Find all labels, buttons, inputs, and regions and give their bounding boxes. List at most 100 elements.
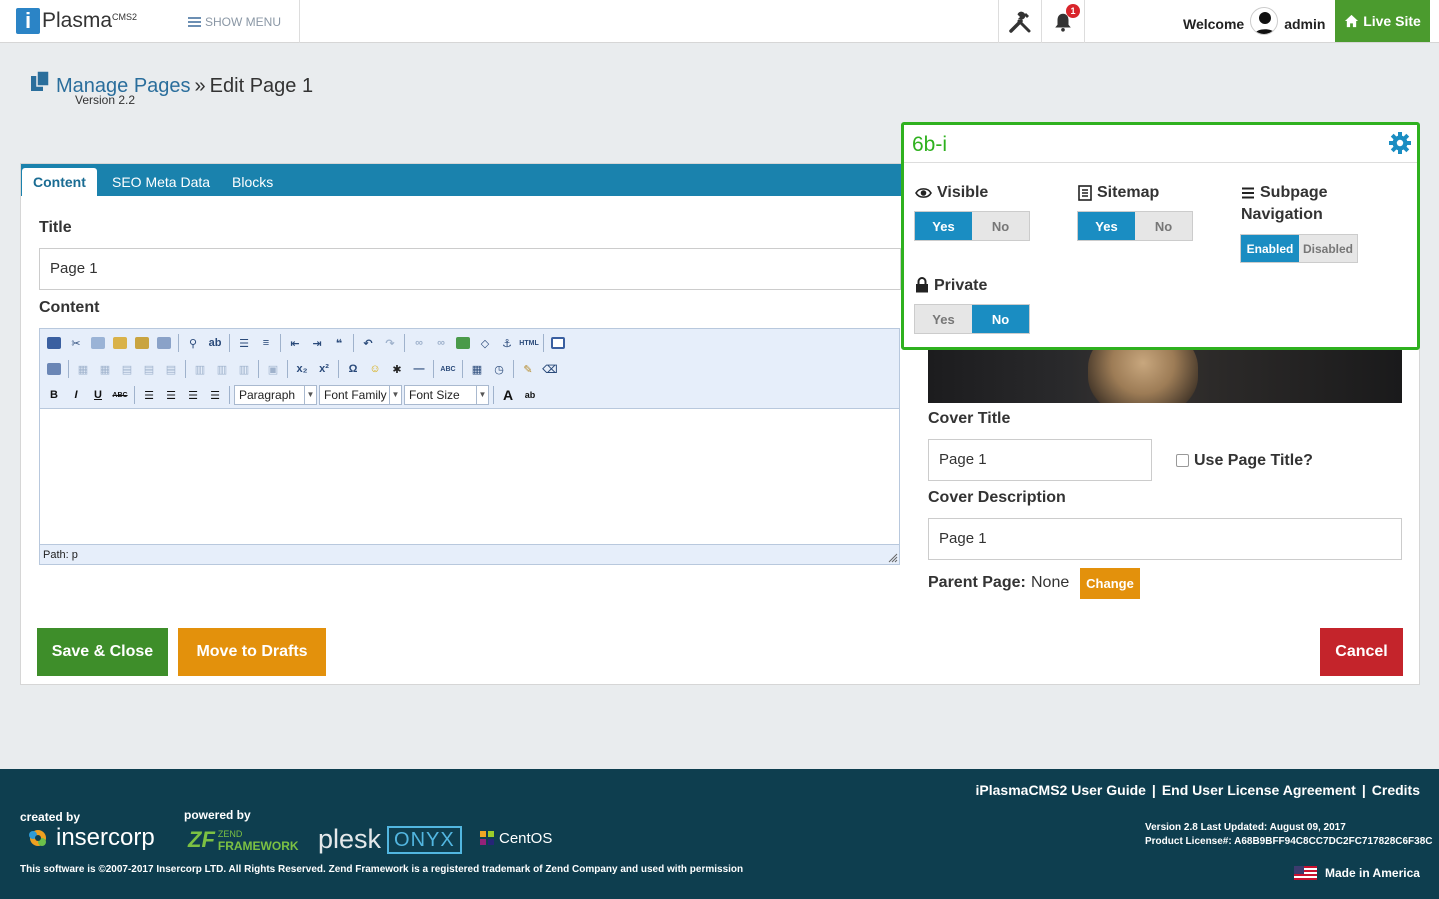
use-page-title-checkbox[interactable] <box>1176 454 1189 467</box>
gear-icon[interactable] <box>1388 131 1412 155</box>
save-icon[interactable] <box>44 333 64 353</box>
copy-icon[interactable] <box>88 333 108 353</box>
insercorp-logo[interactable]: insercorp <box>26 824 155 852</box>
italic-icon[interactable]: I <box>66 385 86 405</box>
horizontal-rule-icon[interactable]: — <box>409 359 429 379</box>
redo-icon[interactable]: ↷ <box>380 333 400 353</box>
align-center-icon[interactable]: ☰ <box>161 385 181 405</box>
link-icon[interactable]: ∞ <box>409 333 429 353</box>
blockquote-icon[interactable]: ❝ <box>329 333 349 353</box>
private-yes-button[interactable]: Yes <box>915 305 972 333</box>
replace-icon[interactable]: ab <box>205 333 225 353</box>
sitemap-yes-button[interactable]: Yes <box>1078 212 1135 240</box>
text-color-icon[interactable]: A <box>498 385 518 405</box>
format-select[interactable]: Paragraph ▼ <box>234 385 317 405</box>
table-icon[interactable]: ▦ <box>73 359 93 379</box>
fullscreen-icon[interactable] <box>548 333 568 353</box>
centos-logo[interactable]: CentOS <box>478 829 552 847</box>
paste-text-icon[interactable] <box>132 333 152 353</box>
edit-css-icon[interactable] <box>44 359 64 379</box>
license-info: Product License#: A68B9BFF94C8CC7DC2FC71… <box>1145 836 1433 847</box>
visible-yes-button[interactable]: Yes <box>915 212 972 240</box>
outdent-icon[interactable]: ⇤ <box>285 333 305 353</box>
tab-content[interactable]: Content <box>22 168 97 196</box>
undo-icon[interactable]: ↶ <box>358 333 378 353</box>
divider <box>299 0 300 43</box>
emoticon-icon[interactable]: ☺ <box>365 359 385 379</box>
font-family-select[interactable]: Font Family ▼ <box>319 385 402 405</box>
subpage-disabled-button[interactable]: Disabled <box>1299 235 1357 262</box>
superscript-icon[interactable]: x² <box>314 359 334 379</box>
image-icon[interactable] <box>453 333 473 353</box>
sitemap-no-button[interactable]: No <box>1135 212 1192 240</box>
indent-icon[interactable]: ⇥ <box>307 333 327 353</box>
footer-link-user-guide[interactable]: iPlasmaCMS2 User Guide <box>976 782 1146 798</box>
zend-framework-logo[interactable]: ZF ZEND FRAMEWORK <box>188 827 299 853</box>
font-size-select[interactable]: Font Size ▼ <box>404 385 489 405</box>
media-icon[interactable]: ✱ <box>387 359 407 379</box>
strikethrough-icon[interactable]: ABC <box>110 385 130 405</box>
align-right-icon[interactable]: ☰ <box>183 385 203 405</box>
move-to-drafts-button[interactable]: Move to Drafts <box>178 628 326 676</box>
table-props-icon[interactable]: ▦ <box>95 359 115 379</box>
tools-button[interactable] <box>998 0 1042 43</box>
subpage-enabled-button[interactable]: Enabled <box>1241 235 1299 262</box>
numbered-list-icon[interactable]: ≡ <box>256 333 276 353</box>
cover-description-input[interactable]: Page 1 <box>928 518 1402 560</box>
align-left-icon[interactable]: ☰ <box>139 385 159 405</box>
find-icon[interactable]: ⚲ <box>183 333 203 353</box>
centos-icon <box>480 831 494 845</box>
insert-date-icon[interactable]: ▦ <box>467 359 487 379</box>
html-icon[interactable]: HTML <box>519 333 539 353</box>
code-icon[interactable]: ◇ <box>475 333 495 353</box>
footer-link-credits[interactable]: Credits <box>1372 782 1420 798</box>
visible-no-button[interactable]: No <box>972 212 1029 240</box>
underline-icon[interactable]: U <box>88 385 108 405</box>
tab-seo-meta-data[interactable]: SEO Meta Data <box>101 168 221 196</box>
highlight-color-icon[interactable]: ab <box>520 385 540 405</box>
cleanup-icon[interactable]: ✎ <box>518 359 538 379</box>
plesk-onyx-logo[interactable]: plesk ONYX <box>318 824 462 855</box>
change-parent-button[interactable]: Change <box>1080 568 1140 599</box>
insert-time-icon[interactable]: ◷ <box>489 359 509 379</box>
resize-handle-icon[interactable] <box>888 553 898 563</box>
col-before-icon[interactable]: ▥ <box>190 359 210 379</box>
paste-word-icon[interactable] <box>154 333 174 353</box>
toolbar-separator <box>338 360 339 378</box>
title-input[interactable]: Page 1 <box>39 248 901 290</box>
split-cells-icon[interactable]: ▣ <box>263 359 283 379</box>
delete-row-icon[interactable]: ▤ <box>161 359 181 379</box>
special-char-icon[interactable]: Ω <box>343 359 363 379</box>
bullet-list-icon[interactable]: ☰ <box>234 333 254 353</box>
remove-format-icon[interactable]: ⌫ <box>540 359 560 379</box>
cancel-button[interactable]: Cancel <box>1320 628 1403 676</box>
cut-icon[interactable]: ✂ <box>66 333 86 353</box>
row-before-icon[interactable]: ▤ <box>117 359 137 379</box>
live-site-button[interactable]: Live Site <box>1335 0 1430 42</box>
col-after-icon[interactable]: ▥ <box>212 359 232 379</box>
toolbar-separator <box>280 334 281 352</box>
row-after-icon[interactable]: ▤ <box>139 359 159 379</box>
anchor-icon[interactable]: ⚓ <box>497 333 517 353</box>
app-logo[interactable]: i Plasma CMS2 <box>16 8 137 34</box>
insercorp-wordmark: insercorp <box>56 824 155 851</box>
footer-link-eula[interactable]: End User License Agreement <box>1162 782 1356 798</box>
delete-col-icon[interactable]: ▥ <box>234 359 254 379</box>
subscript-icon[interactable]: x₂ <box>292 359 312 379</box>
save-close-button[interactable]: Save & Close <box>37 628 168 676</box>
unlink-icon[interactable]: ∞ <box>431 333 451 353</box>
toolbar-row-2: ▦ ▦ ▤ ▤ ▤ ▥ ▥ ▥ ▣ x₂ x² Ω ☺ ✱ — ABC ▦ ◷ … <box>44 357 560 381</box>
spellcheck-icon[interactable]: ABC <box>438 359 458 379</box>
cover-description-label: Cover Description <box>928 489 1066 506</box>
private-no-button[interactable]: No <box>972 305 1029 333</box>
user-menu[interactable]: Welcome admin <box>1183 7 1325 35</box>
tab-blocks[interactable]: Blocks <box>221 168 284 196</box>
notifications-button[interactable]: 1 <box>1042 0 1085 43</box>
bold-icon[interactable]: B <box>44 385 64 405</box>
cover-title-input[interactable]: Page 1 <box>928 439 1152 481</box>
align-justify-icon[interactable]: ☰ <box>205 385 225 405</box>
rich-text-editor: ✂ ⚲ ab ☰ ≡ ⇤ ⇥ ❝ ↶ ↷ ∞ ∞ ◇ ⚓ HTML ▦ ▦ ▤ … <box>39 328 900 565</box>
show-menu-button[interactable]: SHOW MENU <box>188 15 281 29</box>
cover-image[interactable] <box>928 347 1402 403</box>
paste-icon[interactable] <box>110 333 130 353</box>
